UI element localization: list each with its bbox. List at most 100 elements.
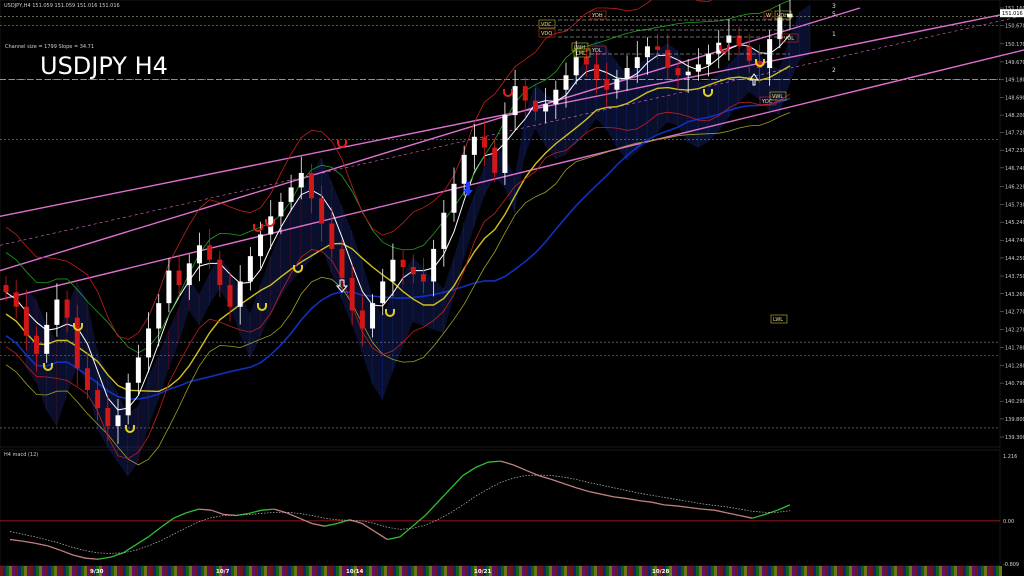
session-strip-cell — [42, 566, 45, 576]
session-strip-cell — [57, 566, 60, 576]
price-tick-label: 144.740 — [1005, 238, 1024, 244]
usdjpy-h4-chart[interactable]: YDHVDCVDOLWH YDLLMLYDCVWLW VDHVDLLWL3512 1… — [0, 0, 1024, 576]
session-strip-cell — [984, 566, 987, 576]
session-strip-cell — [567, 566, 570, 576]
session-strip-cell — [459, 566, 462, 576]
session-strip-cell — [120, 566, 123, 576]
price-tick-label: 149.670 — [1005, 60, 1024, 66]
candle-body — [298, 172, 304, 188]
price-tick-label: 143.260 — [1005, 292, 1024, 298]
date-label: 10/7 — [216, 569, 230, 575]
price-tick-label: 140.290 — [1005, 399, 1024, 405]
session-strip-cell — [978, 566, 981, 576]
candle-body — [471, 136, 477, 155]
session-strip-cell — [837, 566, 840, 576]
session-strip-cell — [366, 566, 369, 576]
session-strip-cell — [879, 566, 882, 576]
session-strip-cell — [417, 566, 420, 576]
session-strip-cell — [546, 566, 549, 576]
channel-info: Channel size = 1799 Slope = 34.71 — [5, 44, 94, 50]
session-strip-cell — [549, 566, 552, 576]
session-strip-cell — [588, 566, 591, 576]
session-strip-cell — [381, 566, 384, 576]
session-strip-cell — [24, 566, 27, 576]
candle-body — [461, 154, 467, 184]
session-strip-cell — [249, 566, 252, 576]
channel-number: 1 — [832, 31, 836, 38]
session-strip-cell — [639, 566, 642, 576]
session-strip-cell — [627, 566, 630, 576]
session-strip-cell — [963, 566, 966, 576]
candle-body — [695, 64, 701, 72]
session-strip-cell — [564, 566, 567, 576]
session-strip-cell — [765, 566, 768, 576]
session-strip-cell — [129, 566, 132, 576]
candle-body — [522, 86, 528, 101]
candle-body — [339, 248, 345, 278]
session-strip-cell — [138, 566, 141, 576]
session-strip-cell — [708, 566, 711, 576]
session-strip-cell — [492, 566, 495, 576]
session-strip-cell — [240, 566, 243, 576]
price-tick-label: 150.670 — [1005, 24, 1024, 30]
session-strip-cell — [237, 566, 240, 576]
session-strip-cell — [990, 566, 993, 576]
session-strip-cell — [969, 566, 972, 576]
session-strip-cell — [924, 566, 927, 576]
session-strip-cell — [297, 566, 300, 576]
session-strip-cell — [204, 566, 207, 576]
session-strip-cell — [264, 566, 267, 576]
price-tick-label: 148.690 — [1005, 95, 1024, 101]
candle-body — [451, 183, 457, 213]
session-strip-cell — [999, 566, 1002, 576]
session-strip-cell — [51, 566, 54, 576]
session-strip-cell — [735, 566, 738, 576]
price-tick-label: 142.270 — [1005, 328, 1024, 334]
session-strip-cell — [327, 566, 330, 576]
session-strip-cell — [369, 566, 372, 576]
session-strip-cell — [612, 566, 615, 576]
session-strip-cell — [234, 566, 237, 576]
session-strip-cell — [957, 566, 960, 576]
session-strip-cell — [165, 566, 168, 576]
session-strip-cell — [561, 566, 564, 576]
session-strip-cell — [576, 566, 579, 576]
candle-body — [492, 147, 498, 173]
session-strip-cell — [303, 566, 306, 576]
session-strip-cell — [153, 566, 156, 576]
session-strip-cell — [432, 566, 435, 576]
session-strip-cell — [726, 566, 729, 576]
session-strip-cell — [468, 566, 471, 576]
candle-body — [84, 368, 90, 390]
session-strip-cell — [0, 566, 3, 576]
session-strip-cell — [741, 566, 744, 576]
session-strip-cell — [831, 566, 834, 576]
session-strip-cell — [117, 566, 120, 576]
session-strip-cell — [72, 566, 75, 576]
candle-body — [258, 234, 264, 257]
session-strip-cell — [447, 566, 450, 576]
session-strip-cell — [744, 566, 747, 576]
session-strip-cell — [867, 566, 870, 576]
session-strip-cell — [9, 566, 12, 576]
session-strip-cell — [321, 566, 324, 576]
session-strip-cell — [27, 566, 30, 576]
session-strip-cell — [579, 566, 582, 576]
level-tag-label: VDH — [777, 13, 788, 19]
session-strip-cell — [210, 566, 213, 576]
session-strip-cell — [873, 566, 876, 576]
session-strip-cell — [858, 566, 861, 576]
session-strip-cell — [714, 566, 717, 576]
session-strip-cell — [444, 566, 447, 576]
session-strip-cell — [84, 566, 87, 576]
session-strip-cell — [558, 566, 561, 576]
chart-window[interactable]: YDH VDC VDO LWH YDL LML YDC VWL W VDH VDL LWL 3 5 1 2 1… — [0, 0, 1024, 576]
channel-number: 3 — [832, 3, 836, 10]
session-strip-cell — [15, 566, 18, 576]
session-strip-cell — [399, 566, 402, 576]
session-strip-cell — [111, 566, 114, 576]
price-tick-label: 140.790 — [1005, 381, 1024, 387]
channel-number: 2 — [832, 67, 836, 74]
session-strip-cell — [270, 566, 273, 576]
session-strip-cell — [930, 566, 933, 576]
